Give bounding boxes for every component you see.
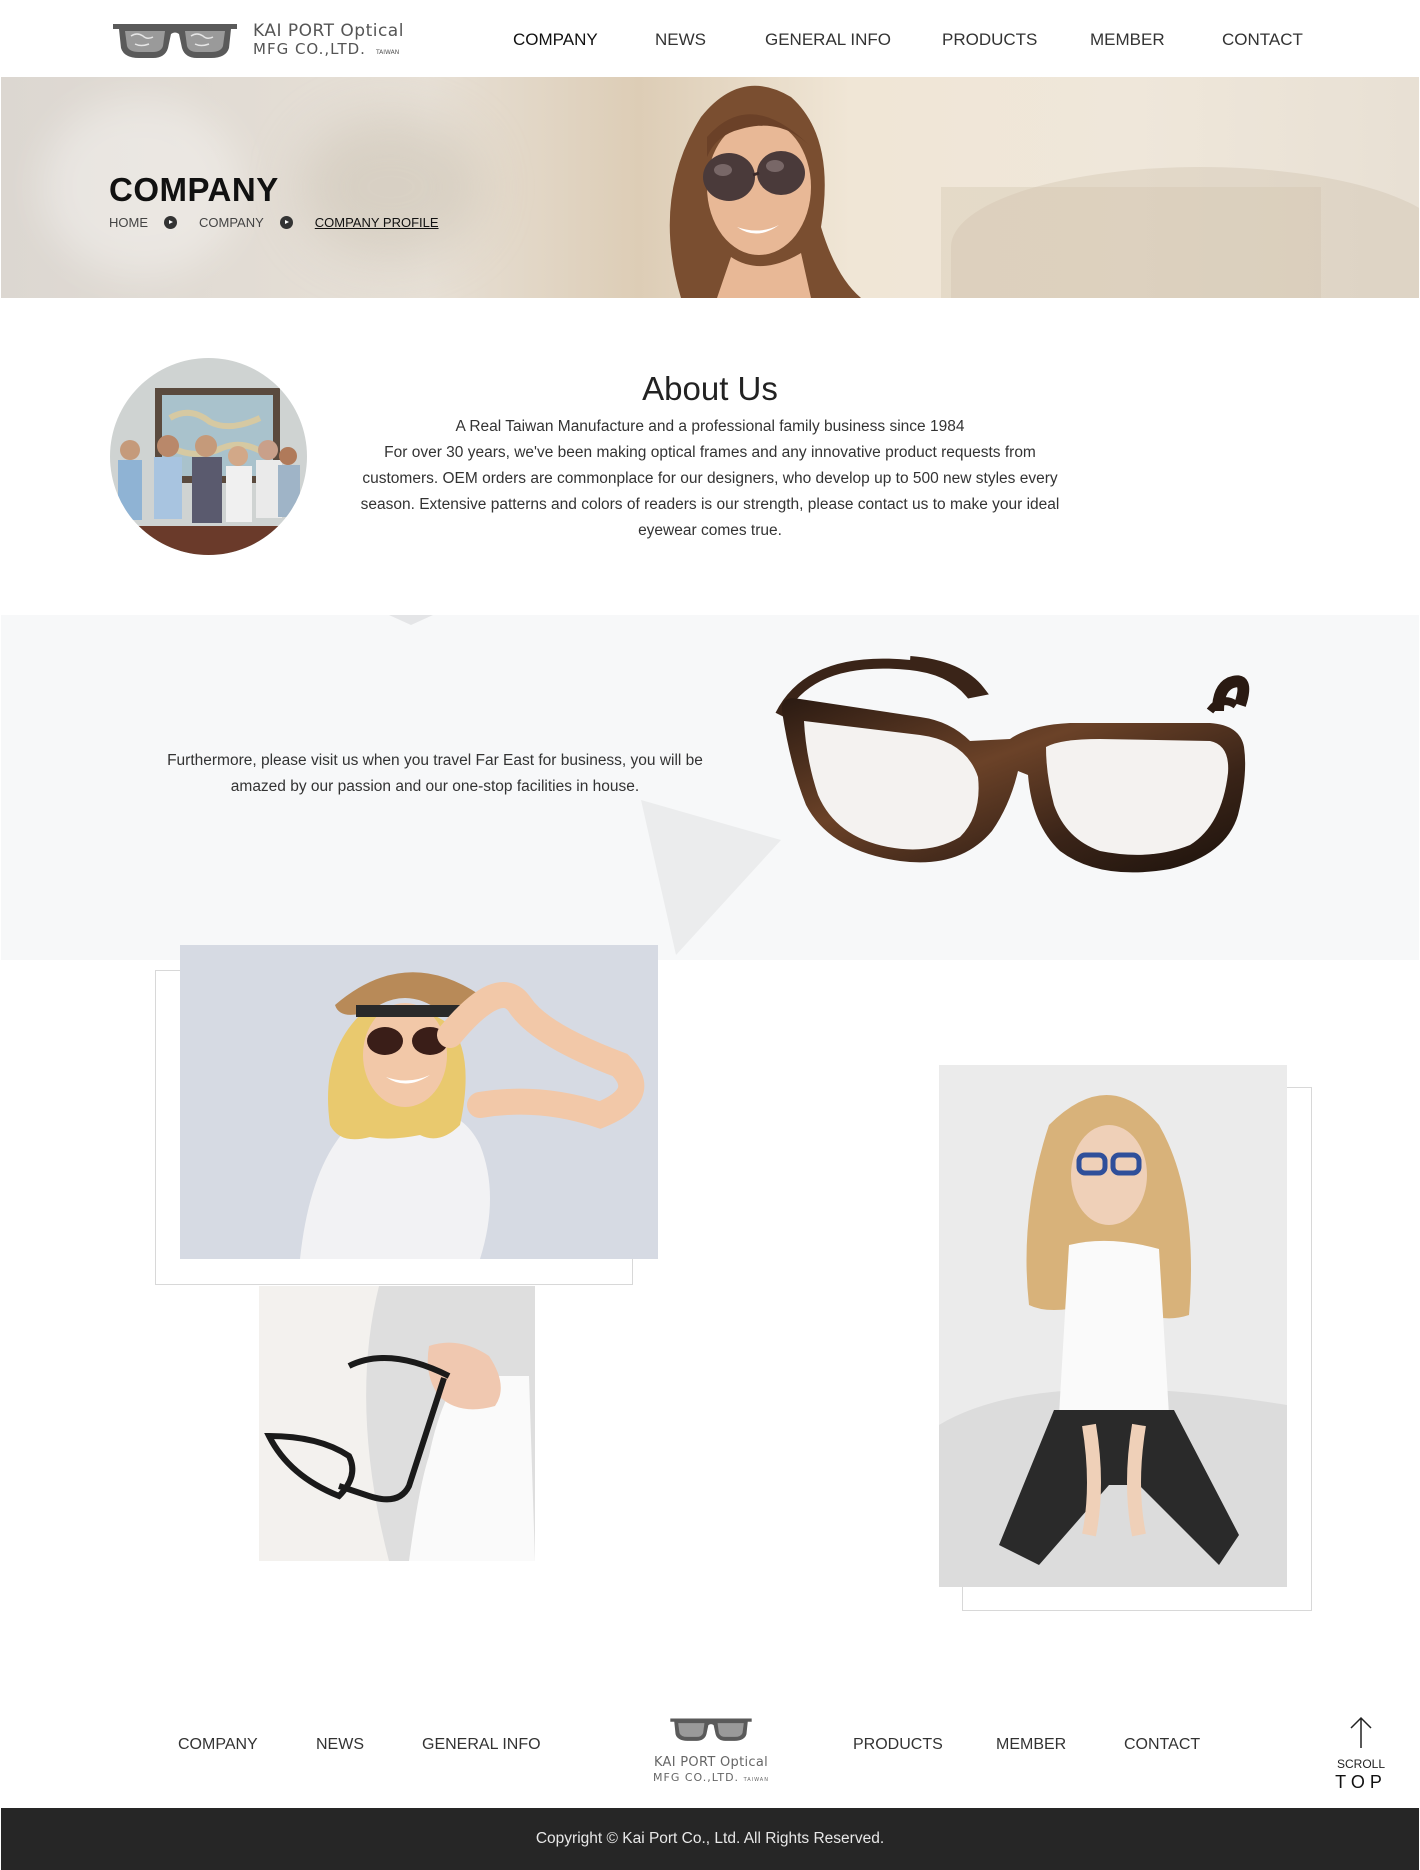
chevron-right-icon — [164, 216, 177, 229]
top-label: TOP — [1335, 1772, 1387, 1792]
arrow-up-icon — [1350, 1716, 1372, 1748]
scroll-top-button[interactable]: SCROLL TOP — [1330, 1716, 1392, 1792]
footer-nav-member[interactable]: MEMBER — [996, 1736, 1066, 1754]
main-nav: COMPANY NEWS GENERAL INFO PRODUCTS MEMBE… — [0, 30, 1420, 54]
chevron-right-icon — [279, 216, 293, 229]
woman-blue-glasses-photo — [939, 1065, 1287, 1587]
breadcrumb-current[interactable]: COMPANY PROFILE — [315, 215, 439, 230]
nav-company[interactable]: COMPANY — [513, 30, 598, 50]
breadcrumb-home[interactable]: HOME — [109, 215, 148, 230]
woman-sunglasses-image — [669, 85, 861, 298]
breadcrumb-company[interactable]: COMPANY — [199, 215, 264, 230]
decorative-triangle — [641, 800, 781, 955]
nav-news[interactable]: NEWS — [655, 30, 706, 50]
footer-nav-company[interactable]: COMPANY — [178, 1736, 258, 1754]
site-header: KAI PORT Optical MFG CO.,LTD. TAIWAN COMP… — [0, 0, 1420, 77]
nav-general-info[interactable]: GENERAL INFO — [765, 30, 891, 50]
nav-contact[interactable]: CONTACT — [1222, 30, 1303, 50]
footer-nav-contact[interactable]: CONTACT — [1124, 1736, 1200, 1754]
eyeglasses-image — [775, 656, 1250, 873]
breadcrumb: HOME COMPANY COMPANY PROFILE — [109, 215, 439, 230]
hero-banner: COMPANY HOME COMPANY COMPANY PROFILE — [1, 77, 1419, 298]
page-title: COMPANY — [109, 171, 279, 208]
footer-nav-news[interactable]: NEWS — [316, 1736, 364, 1754]
copyright-bar: Copyright © Kai Port Co., Ltd. All Right… — [1, 1808, 1419, 1870]
about-text: A Real Taiwan Manufacture and a professi… — [350, 414, 1070, 544]
hand-holding-glasses-photo — [259, 1286, 535, 1561]
about-description: For over 30 years, we've been making opt… — [360, 444, 1060, 539]
sunglasses-logo-icon — [670, 1718, 752, 1741]
copyright-text: Copyright © Kai Port Co., Ltd. All Right… — [535, 1830, 885, 1847]
nav-products[interactable]: PRODUCTS — [942, 30, 1037, 50]
woman-hat-photo — [180, 945, 658, 1259]
about-heading: About Us — [642, 370, 778, 407]
footer-nav-general-info[interactable]: GENERAL INFO — [422, 1736, 541, 1754]
scroll-label: SCROLL — [1336, 1757, 1386, 1771]
footer-logo[interactable]: KAI PORT Optical MFG CO.,LTD. TAIWAN — [652, 1712, 770, 1784]
footer-logo-name: KAI PORT Optical — [653, 1755, 769, 1770]
about-tagline: A Real Taiwan Manufacture and a professi… — [455, 418, 965, 435]
footer-nav-products[interactable]: PRODUCTS — [853, 1736, 943, 1754]
footer-logo-company: MFG CO.,LTD. TAIWAN — [653, 1771, 769, 1784]
visit-text: Furthermore, please visit us when you tr… — [167, 752, 703, 795]
nav-member[interactable]: MEMBER — [1090, 30, 1165, 50]
